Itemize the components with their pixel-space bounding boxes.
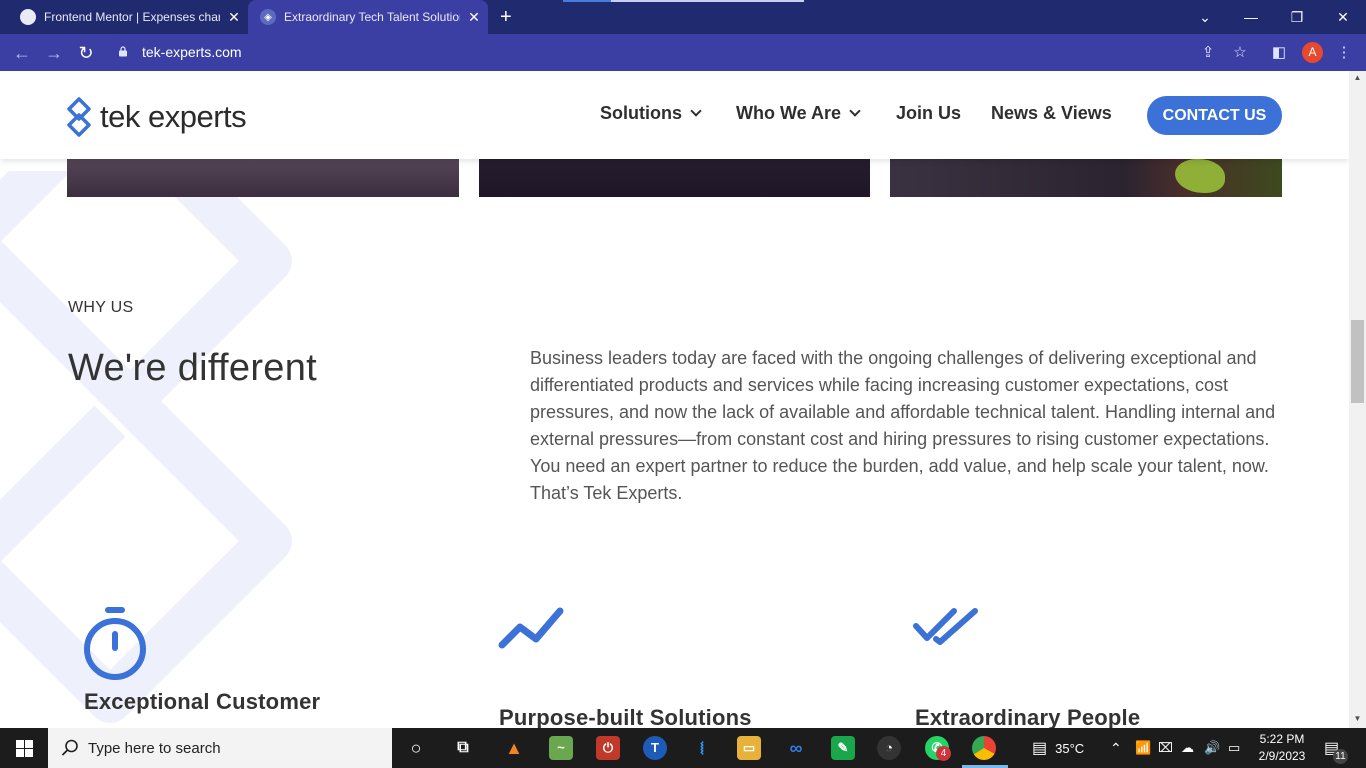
back-arrow-icon[interactable]: ← [10,41,34,65]
page-viewport: tek experts Solutions Who We Are Join Us… [0,71,1349,728]
close-tab-icon[interactable]: ✕ [466,9,482,26]
speedtest-icon[interactable]: ◔ [877,736,901,760]
reload-icon[interactable]: ↻ [74,41,98,65]
tab-frontend-mentor[interactable]: Frontend Mentor | Expenses char ✕ [0,0,248,34]
side-panel-icon[interactable]: ◧ [1269,43,1289,63]
meet-now-icon[interactable]: ⌧ [1158,728,1173,768]
tab-tek-experts[interactable]: ◈ Extraordinary Tech Talent Solution ✕ [248,0,488,34]
section-eyebrow: WHY US [68,299,134,316]
frontend-mentor-favicon-icon [20,9,36,25]
feature-title-people: Extraordinary People [915,705,1141,728]
windows-start-button[interactable] [0,728,48,768]
tray-show-hidden-icon[interactable]: ⌃ [1110,728,1122,768]
weather-news-icon: ▤ [1032,740,1048,757]
scroll-down-arrow-icon[interactable]: ▼ [1349,712,1366,726]
volume-icon[interactable]: 🔊 [1204,728,1220,768]
new-tab-button[interactable]: + [500,6,512,28]
nav-label: Who We Are [736,103,842,123]
weather-temperature: 35°C [1055,740,1085,756]
windows-taskbar: Type here to search ○ ⧉ ▲ ~ ⏻ T ⧙ ▭ ∞ ✎ … [0,728,1366,768]
tab-search-chevron-icon[interactable]: ⌄ [1182,0,1228,34]
double-check-icon [913,608,978,645]
nav-label: News & Views [991,103,1112,123]
contact-us-button[interactable]: CONTACT US [1147,96,1282,135]
chevron-down-icon [849,104,861,117]
restore-button[interactable]: ❐ [1274,0,1320,34]
nav-solutions[interactable]: Solutions [600,103,702,124]
close-window-button[interactable]: ✕ [1320,0,1366,34]
stopwatch-icon [84,607,146,680]
trend-up-icon [498,607,564,649]
app-icon-red-power[interactable]: ⏻ [596,736,620,760]
taskbar-search-box[interactable]: Type here to search [48,728,392,768]
app-icon-pen[interactable]: ✎ [831,736,855,760]
scrollbar-thumb[interactable] [1351,320,1364,403]
scroll-up-arrow-icon[interactable]: ▲ [1349,71,1366,85]
feature-title-customer: Exceptional Customer [84,689,321,714]
weather-widget[interactable]: ▤ 35°C [1032,728,1084,768]
loading-progress-bar [563,0,804,2]
nav-join-us[interactable]: Join Us [896,103,961,124]
whatsapp-unread-badge: 4 [936,746,951,761]
decorative-chain-shape [0,171,292,723]
lock-icon[interactable] [118,46,128,57]
notification-count-badge: 11 [1333,749,1348,764]
close-tab-icon[interactable]: ✕ [226,9,242,26]
clock-date: 2/9/2023 [1258,749,1306,763]
app-icon-blue[interactable]: ∞ [784,736,808,760]
app-icon-green[interactable]: ~ [549,736,573,760]
clock-time: 5:22 PM [1259,732,1305,746]
nav-who-we-are[interactable]: Who We Are [736,103,861,124]
search-placeholder: Type here to search [88,740,221,757]
bookmark-star-icon[interactable]: ☆ [1230,43,1250,63]
tek-experts-logo[interactable]: tek experts [66,97,247,137]
cortana-icon[interactable]: ○ [404,736,428,760]
vlc-icon[interactable]: ▲ [502,736,526,760]
brand-wordmark: tek experts [100,99,247,134]
tab-title: Frontend Mentor | Expenses char [44,10,220,24]
chrome-icon[interactable] [972,736,996,760]
url-field[interactable]: tek-experts.com [108,38,1258,67]
feature-title-solutions: Purpose-built Solutions [499,705,752,728]
section-body: Business leaders today are faced with th… [530,348,1276,503]
minimize-button[interactable]: — [1228,0,1274,34]
section-heading: We're different [68,347,318,389]
network-icon[interactable]: 📶 [1135,728,1151,768]
vscode-icon[interactable]: ⧙ [690,736,714,760]
address-toolbar: ← → ↻ tek-experts.com ⇪ ☆ ◧ A ⋮ [0,34,1366,71]
forward-arrow-icon[interactable]: → [42,41,66,65]
app-icon-t[interactable]: T [643,736,667,760]
windows-logo-icon [15,739,33,757]
nav-news-views[interactable]: News & Views [991,103,1112,124]
profile-avatar[interactable]: A [1302,42,1323,63]
nav-label: Solutions [600,103,682,123]
tab-title: Extraordinary Tech Talent Solution [284,10,460,24]
file-explorer-icon[interactable]: ▭ [737,736,761,760]
onedrive-icon[interactable]: ☁ [1181,728,1194,768]
search-icon [61,739,78,756]
battery-icon[interactable]: ▭ [1228,728,1240,768]
url-text[interactable]: tek-experts.com [142,44,242,60]
share-icon[interactable]: ⇪ [1198,43,1218,63]
site-header: tek experts Solutions Who We Are Join Us… [0,71,1349,159]
browser-tab-strip: Frontend Mentor | Expenses char ✕ ◈ Extr… [0,0,1366,34]
tek-experts-favicon-icon: ◈ [260,9,276,25]
tek-experts-logo-icon [67,97,91,137]
task-view-icon[interactable]: ⧉ [451,736,475,760]
system-clock[interactable]: 5:22 PM 2/9/2023 [1256,731,1308,765]
more-menu-icon[interactable]: ⋮ [1334,43,1354,63]
nav-label: Join Us [896,103,962,123]
chevron-down-icon [690,104,702,117]
